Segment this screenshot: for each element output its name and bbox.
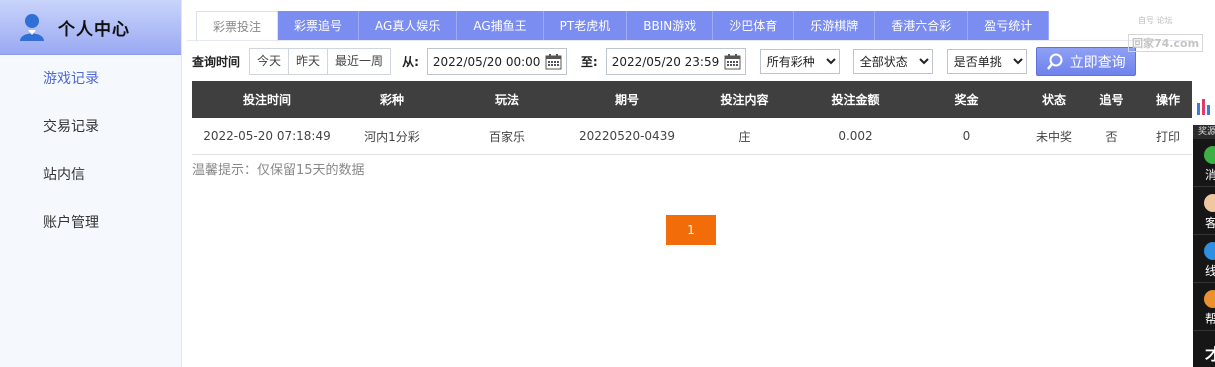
lottery-type-select[interactable]: 所有彩种	[759, 49, 840, 74]
watermark-logo: 回家74.com	[1128, 34, 1204, 52]
cell-bet-amount: 0.002	[807, 118, 904, 155]
to-date-field	[605, 48, 746, 75]
to-label: 至:	[580, 55, 598, 69]
tab-lottery-chase[interactable]: 彩票追号	[278, 11, 360, 41]
tab-bbin-games[interactable]: BBIN游戏	[627, 11, 714, 41]
sidebar-header: 个人中心	[0, 0, 181, 55]
float-bar-label: 奖源	[1193, 125, 1215, 139]
today-button[interactable]: 今天	[250, 49, 290, 74]
float-line-item[interactable]: 线	[1193, 235, 1215, 283]
col-bet-content: 投注内容	[682, 81, 807, 118]
user-avatar-icon	[20, 14, 44, 41]
float-bar-logo	[1193, 93, 1215, 125]
float-service-label: 客	[1205, 216, 1215, 230]
tab-leyou-cards[interactable]: 乐游棋牌	[794, 11, 876, 41]
sidebar: 个人中心 游戏记录 交易记录 站内信 账户管理	[0, 0, 182, 367]
print-link[interactable]: 打印	[1144, 118, 1192, 155]
cell-issue: 20220520-0439	[572, 118, 682, 155]
search-icon	[1046, 53, 1063, 70]
calendar-icon[interactable]	[724, 53, 741, 70]
float-chat-item[interactable]: 消	[1193, 139, 1215, 187]
col-bet-time: 投注时间	[192, 81, 342, 118]
sidebar-item-game-records[interactable]: 游戏记录	[0, 55, 181, 103]
col-action: 操作	[1144, 81, 1192, 118]
float-more-item[interactable]: 才	[1193, 331, 1215, 367]
calendar-icon[interactable]	[545, 53, 562, 70]
query-button[interactable]: 立即查询	[1035, 47, 1136, 76]
cell-prize: 0	[904, 118, 1029, 155]
query-button-label: 立即查询	[1069, 54, 1126, 71]
sidebar-item-account-management[interactable]: 账户管理	[0, 199, 181, 247]
cell-play: 百家乐	[442, 118, 572, 155]
help-icon	[1204, 290, 1215, 308]
tab-lottery-bets[interactable]: 彩票投注	[196, 11, 279, 42]
sidebar-item-messages[interactable]: 站内信	[0, 151, 181, 199]
page-button-1[interactable]: 1	[666, 215, 716, 245]
tab-bar: 彩票投注 彩票追号 AG真人娱乐 AG捕鱼王 PT老虎机 BBIN游戏 沙巴体育…	[196, 11, 1050, 42]
col-bet-amount: 投注金额	[807, 81, 904, 118]
tab-hk-mark-six[interactable]: 香港六合彩	[875, 11, 969, 41]
line-icon	[1204, 242, 1215, 260]
status-select[interactable]: 全部状态	[852, 49, 933, 74]
right-float-bar: 奖源 消 客 线 帮 才	[1193, 93, 1215, 367]
float-line-label: 线	[1205, 264, 1215, 278]
tab-pt-slots[interactable]: PT老虎机	[543, 11, 628, 41]
quick-range-group: 今天 昨天 最近一周	[249, 48, 392, 75]
records-table: 投注时间 彩种 玩法 期号 投注内容 投注金额 奖金 状态 追号 操作 2022…	[192, 81, 1192, 155]
float-help-label: 帮	[1205, 312, 1215, 326]
chat-icon	[1204, 146, 1215, 164]
col-status: 状态	[1029, 81, 1079, 118]
tab-ag-fishing[interactable]: AG捕鱼王	[457, 11, 544, 41]
col-issue: 期号	[572, 81, 682, 118]
query-time-label: 查询时间	[192, 55, 241, 69]
tab-profit-stats[interactable]: 盈亏统计	[968, 11, 1050, 41]
float-chat-label: 消	[1205, 168, 1215, 182]
table-row: 2022-05-20 07:18:49 河内1分彩 百家乐 20220520-0…	[192, 118, 1192, 155]
tab-ag-live[interactable]: AG真人娱乐	[359, 11, 458, 41]
service-icon	[1204, 194, 1215, 212]
filter-bar: 查询时间 今天 昨天 最近一周 从: 至: 所	[192, 47, 1136, 76]
sidebar-item-transaction-records[interactable]: 交易记录	[0, 103, 181, 151]
cell-lottery: 河内1分彩	[342, 118, 442, 155]
sidebar-title: 个人中心	[58, 19, 130, 40]
tab-divider	[187, 40, 1193, 41]
col-lottery: 彩种	[342, 81, 442, 118]
watermark-small-text: 自号 论坛	[1138, 16, 1173, 25]
to-date-input[interactable]	[611, 54, 724, 69]
col-chase: 追号	[1079, 81, 1144, 118]
col-prize: 奖金	[904, 81, 1029, 118]
float-help-item[interactable]: 帮	[1193, 283, 1215, 331]
logo-icon	[1197, 99, 1210, 115]
float-more-label: 才	[1205, 345, 1215, 364]
cell-chase: 否	[1079, 118, 1144, 155]
from-label: 从:	[402, 55, 419, 69]
cell-bet-content: 庄	[682, 118, 807, 155]
last-week-button[interactable]: 最近一周	[328, 49, 391, 74]
single-bet-select[interactable]: 是否单挑	[946, 49, 1027, 74]
from-date-input[interactable]	[432, 54, 545, 69]
float-service-item[interactable]: 客	[1193, 187, 1215, 235]
table-header-row: 投注时间 彩种 玩法 期号 投注内容 投注金额 奖金 状态 追号 操作	[192, 81, 1192, 118]
cell-status: 未中奖	[1029, 118, 1079, 155]
from-date-field	[426, 48, 567, 75]
col-play: 玩法	[442, 81, 572, 118]
tab-saba-sports[interactable]: 沙巴体育	[713, 11, 795, 41]
cell-bet-time: 2022-05-20 07:18:49	[192, 118, 342, 155]
retention-tip: 温馨提示：仅保留15天的数据	[192, 163, 365, 178]
yesterday-button[interactable]: 昨天	[289, 49, 329, 74]
